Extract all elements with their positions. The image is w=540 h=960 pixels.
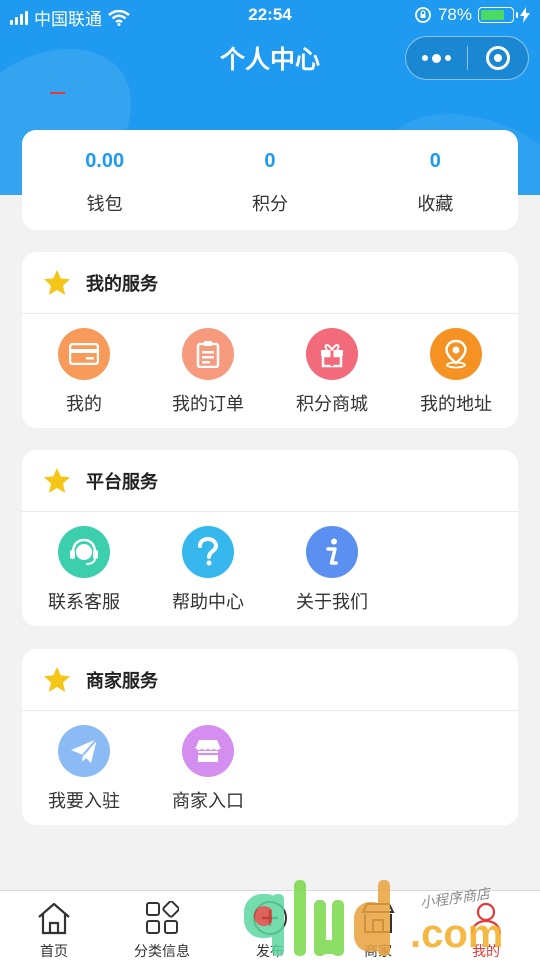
status-bar: 中国联通 22:54 78%: [0, 0, 540, 32]
tab-publish[interactable]: 发布: [216, 891, 324, 960]
orientation-lock-icon: [415, 7, 431, 23]
favorites-label: 收藏: [417, 194, 454, 214]
section-title: 我的服务: [86, 273, 158, 294]
section-title: 平台服务: [86, 471, 158, 492]
target-icon: [485, 46, 510, 70]
service-label: 我的: [66, 394, 102, 414]
service-my-orders[interactable]: 我的订单: [146, 328, 270, 416]
wallet-label: 钱包: [86, 194, 123, 214]
clipboard-icon: [182, 328, 234, 380]
service-label: 联系客服: [48, 592, 120, 612]
card-icon: [58, 328, 110, 380]
star-icon: [43, 467, 71, 493]
points-value: 0: [264, 150, 276, 172]
star-icon: [43, 666, 71, 692]
merchant-services-card: 商家服务 我要入驻 商家入口: [22, 649, 518, 825]
service-label: 我的订单: [172, 394, 244, 414]
points-label: 积分: [251, 194, 288, 214]
star-icon: [43, 269, 71, 295]
gift-icon: [306, 328, 358, 380]
plus-circle-icon: [251, 899, 289, 937]
platform-services-card: 平台服务 联系客服 帮助中心 关于我们: [22, 450, 518, 626]
section-title: 商家服务: [86, 670, 158, 691]
shop-icon: [182, 725, 234, 777]
service-my[interactable]: 我的: [22, 328, 146, 416]
location-pin-icon: [430, 328, 482, 380]
tab-label: 分类信息: [134, 943, 190, 959]
service-points-mall[interactable]: 积分商城: [270, 328, 394, 416]
service-label: 积分商城: [296, 394, 368, 414]
grid-icon: [143, 899, 181, 937]
question-icon: [182, 526, 234, 578]
service-label: 我的地址: [420, 394, 492, 414]
my-services-card: 我的服务 我的 我的订单 积分商城 我的地址: [22, 252, 518, 428]
battery-percent: 78%: [437, 5, 472, 24]
stat-wallet[interactable]: 0.00 钱包: [22, 130, 187, 230]
service-label: 我要入驻: [48, 791, 120, 811]
stat-points[interactable]: 0 积分: [187, 130, 352, 230]
decorative-dash: [50, 92, 65, 94]
home-icon: [35, 899, 73, 937]
paper-plane-icon: [58, 725, 110, 777]
tab-home[interactable]: 首页: [0, 891, 108, 960]
service-apply-merchant[interactable]: 我要入驻: [22, 725, 146, 813]
tab-label: 发布: [256, 943, 284, 959]
service-about-us[interactable]: 关于我们: [270, 526, 394, 614]
charging-icon: [520, 7, 530, 23]
service-contact-support[interactable]: 联系客服: [22, 526, 146, 614]
close-miniprogram-button[interactable]: [468, 37, 529, 79]
service-label: 关于我们: [296, 592, 368, 612]
stat-favorites[interactable]: 0 收藏: [353, 130, 518, 230]
favorites-value: 0: [429, 150, 441, 172]
more-button[interactable]: [406, 37, 467, 79]
service-label: 帮助中心: [172, 592, 244, 612]
service-label: 商家入口: [172, 791, 244, 811]
service-merchant-entry[interactable]: 商家入口: [146, 725, 270, 813]
headset-icon: [58, 526, 110, 578]
battery-icon: [478, 7, 518, 23]
tab-categories[interactable]: 分类信息: [108, 891, 216, 960]
info-icon: [306, 526, 358, 578]
service-my-address[interactable]: 我的地址: [394, 328, 518, 416]
watermark-domain: .com: [410, 912, 504, 956]
stats-card: 0.00 钱包 0 积分 0 收藏: [22, 130, 518, 230]
wallet-value: 0.00: [85, 150, 125, 172]
miniprogram-capsule: [405, 36, 529, 80]
tab-label: 首页: [40, 943, 68, 959]
service-help-center[interactable]: 帮助中心: [146, 526, 270, 614]
battery-fill: [481, 10, 505, 20]
more-dots-icon: [421, 53, 451, 63]
store-icon: [359, 899, 397, 937]
